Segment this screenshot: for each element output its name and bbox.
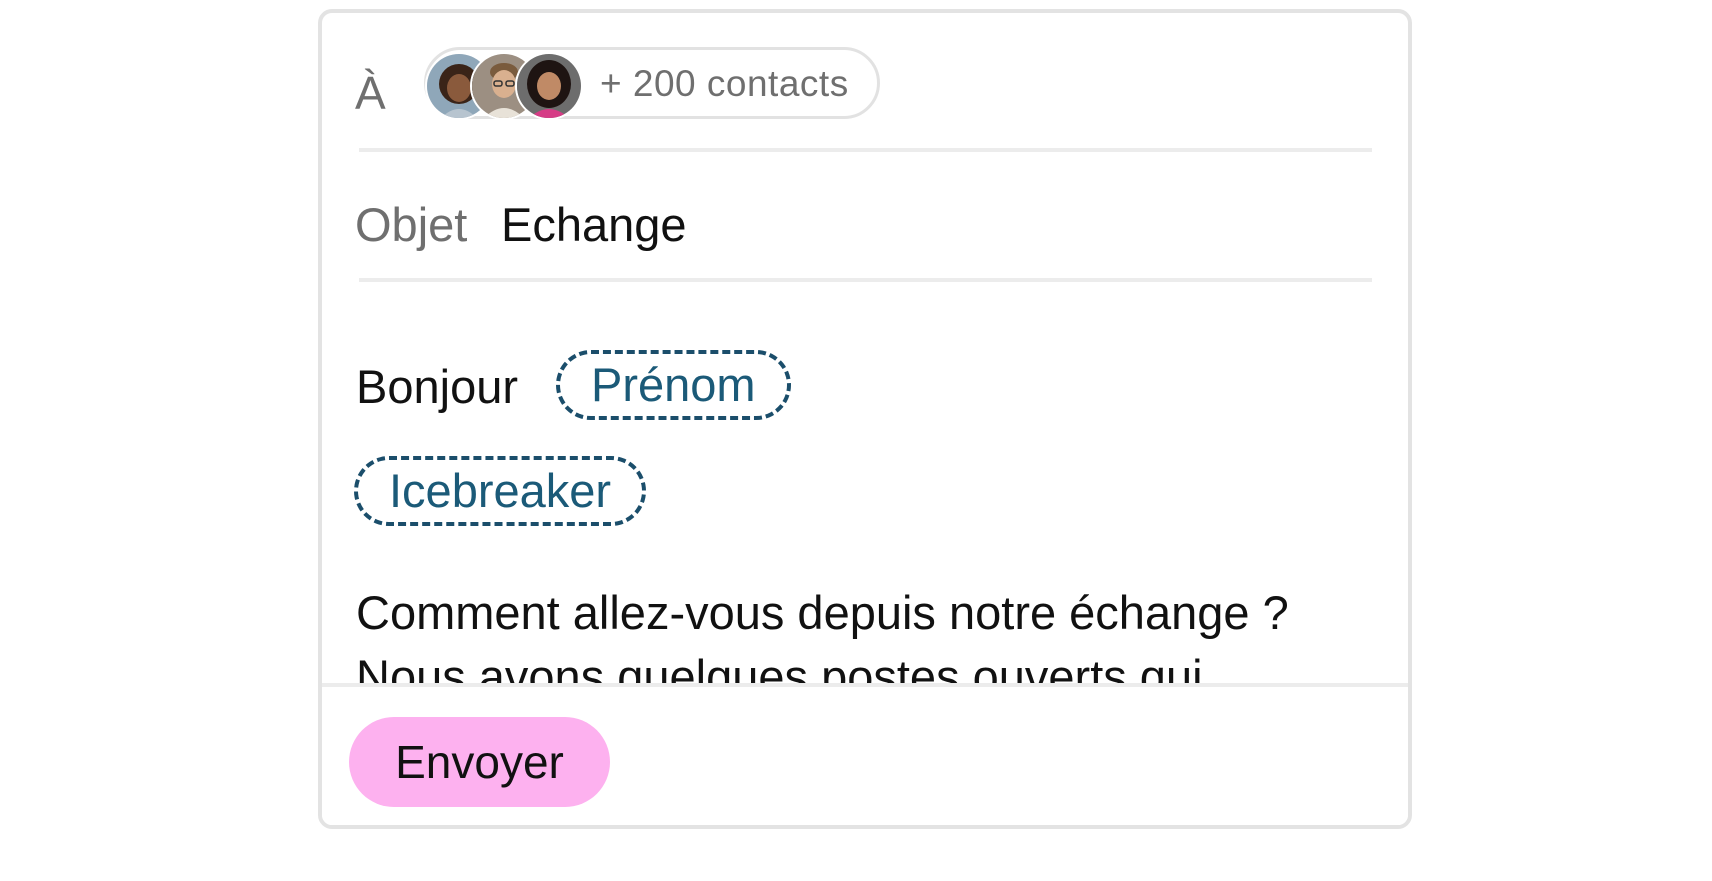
- subject-field[interactable]: Echange: [501, 197, 687, 253]
- send-button[interactable]: Envoyer: [349, 717, 610, 807]
- message-body[interactable]: Comment allez-vous depuis notre échange …: [322, 573, 1408, 683]
- subject-label: Objet: [355, 198, 468, 251]
- contacts-count: + 200 contacts: [600, 63, 849, 104]
- divider: [359, 148, 1372, 152]
- variable-chip-firstname[interactable]: Prénom: [556, 350, 791, 420]
- avatar: [515, 52, 583, 120]
- recipients-row: À + 200 contacts: [322, 13, 1408, 148]
- message-body-text: Comment allez-vous depuis notre échange …: [356, 586, 1289, 683]
- recipients-label: À: [355, 67, 386, 119]
- greeting-text: Bonjour: [356, 360, 518, 413]
- composer-footer: Envoyer: [322, 683, 1408, 825]
- variable-chip-icebreaker[interactable]: Icebreaker: [354, 456, 647, 526]
- recipients-chip[interactable]: + 200 contacts: [424, 47, 880, 120]
- divider: [359, 278, 1372, 282]
- message-composer: À + 200 contacts Objet Echange Bonjour P…: [318, 9, 1412, 829]
